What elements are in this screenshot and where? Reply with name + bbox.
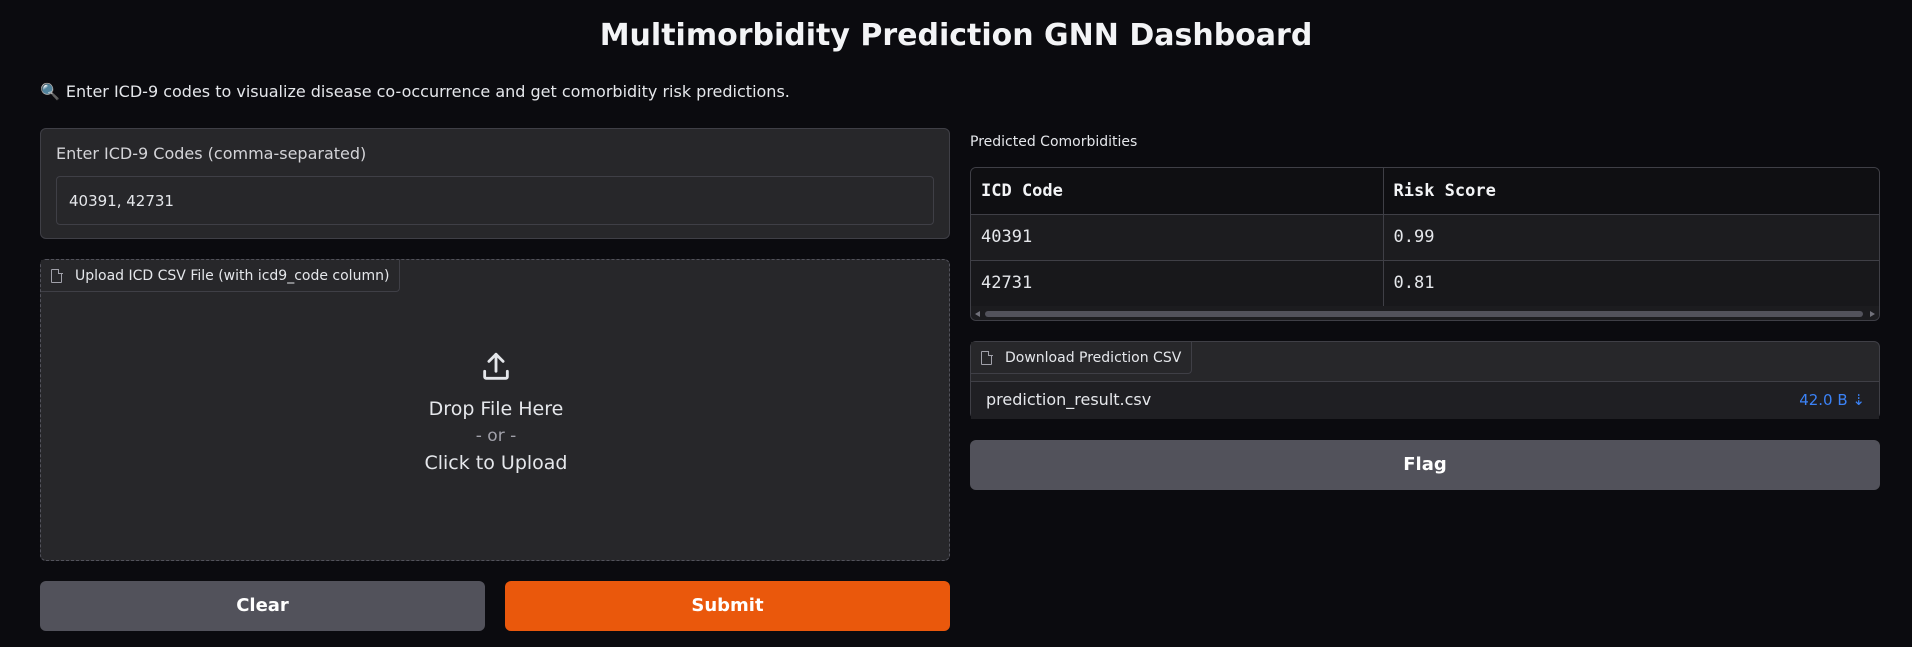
scroll-right-icon[interactable]: [1870, 311, 1875, 317]
icd-codes-label: Enter ICD-9 Codes (comma-separated): [56, 144, 367, 163]
download-label-text: Download Prediction CSV: [1005, 350, 1182, 366]
column-header-icd-code[interactable]: ICD Code: [971, 168, 1384, 215]
file-icon: [981, 350, 993, 365]
icd-codes-panel: Enter ICD-9 Codes (comma-separated): [40, 128, 950, 239]
magnifier-icon: 🔍: [40, 82, 60, 101]
page-subtitle: 🔍 Enter ICD-9 codes to visualize disease …: [40, 82, 790, 101]
submit-button[interactable]: Submit: [505, 581, 950, 631]
upload-drop-text: Drop File Here: [428, 398, 564, 420]
scroll-left-icon[interactable]: [975, 311, 980, 317]
subtitle-text: Enter ICD-9 codes to visualize disease c…: [65, 82, 790, 101]
download-file-name[interactable]: prediction_result.csv: [986, 390, 1151, 409]
table-cell-icd-code[interactable]: 40391: [971, 214, 1384, 261]
download-file-row[interactable]: prediction_result.csv 42.0 B ⇣: [971, 381, 1879, 419]
download-label: Download Prediction CSV: [971, 342, 1193, 374]
file-upload-dropzone[interactable]: Upload ICD CSV File (with icd9_code colu…: [40, 259, 950, 561]
download-panel: Download Prediction CSV prediction_resul…: [970, 341, 1880, 419]
predictions-label: Predicted Comorbidities: [970, 134, 1138, 150]
table-row: 40391 0.99: [971, 214, 1879, 261]
table-cell-risk-score[interactable]: 0.99: [1383, 214, 1879, 261]
table-cell-icd-code[interactable]: 42731: [971, 260, 1384, 306]
predictions-table: ICD Code Risk Score 40391 0.99 42731 0.8…: [970, 167, 1880, 321]
clear-button[interactable]: Clear: [40, 581, 485, 631]
download-file-size-link[interactable]: 42.0 B ⇣: [1799, 391, 1865, 409]
page-title: Multimorbidity Prediction GNN Dashboard: [599, 18, 1313, 53]
table-header-row: ICD Code Risk Score: [971, 168, 1879, 215]
upload-icon: [483, 352, 509, 380]
upload-label: Upload ICD CSV File (with icd9_code colu…: [41, 260, 401, 292]
icd-codes-input[interactable]: [56, 176, 934, 225]
column-header-risk-score[interactable]: Risk Score: [1383, 168, 1879, 215]
table-cell-risk-score[interactable]: 0.81: [1383, 260, 1879, 306]
horizontal-scrollbar[interactable]: [971, 308, 1879, 320]
upload-or-text: - or -: [475, 426, 517, 446]
upload-label-text: Upload ICD CSV File (with icd9_code colu…: [75, 268, 390, 284]
upload-prompt[interactable]: Drop File Here - or - Click to Upload: [41, 350, 951, 474]
scrollbar-thumb[interactable]: [985, 311, 1863, 317]
flag-button[interactable]: Flag: [970, 440, 1880, 490]
table-row: 42731 0.81: [971, 260, 1879, 306]
file-icon: [51, 268, 63, 283]
upload-click-text: Click to Upload: [424, 452, 568, 474]
